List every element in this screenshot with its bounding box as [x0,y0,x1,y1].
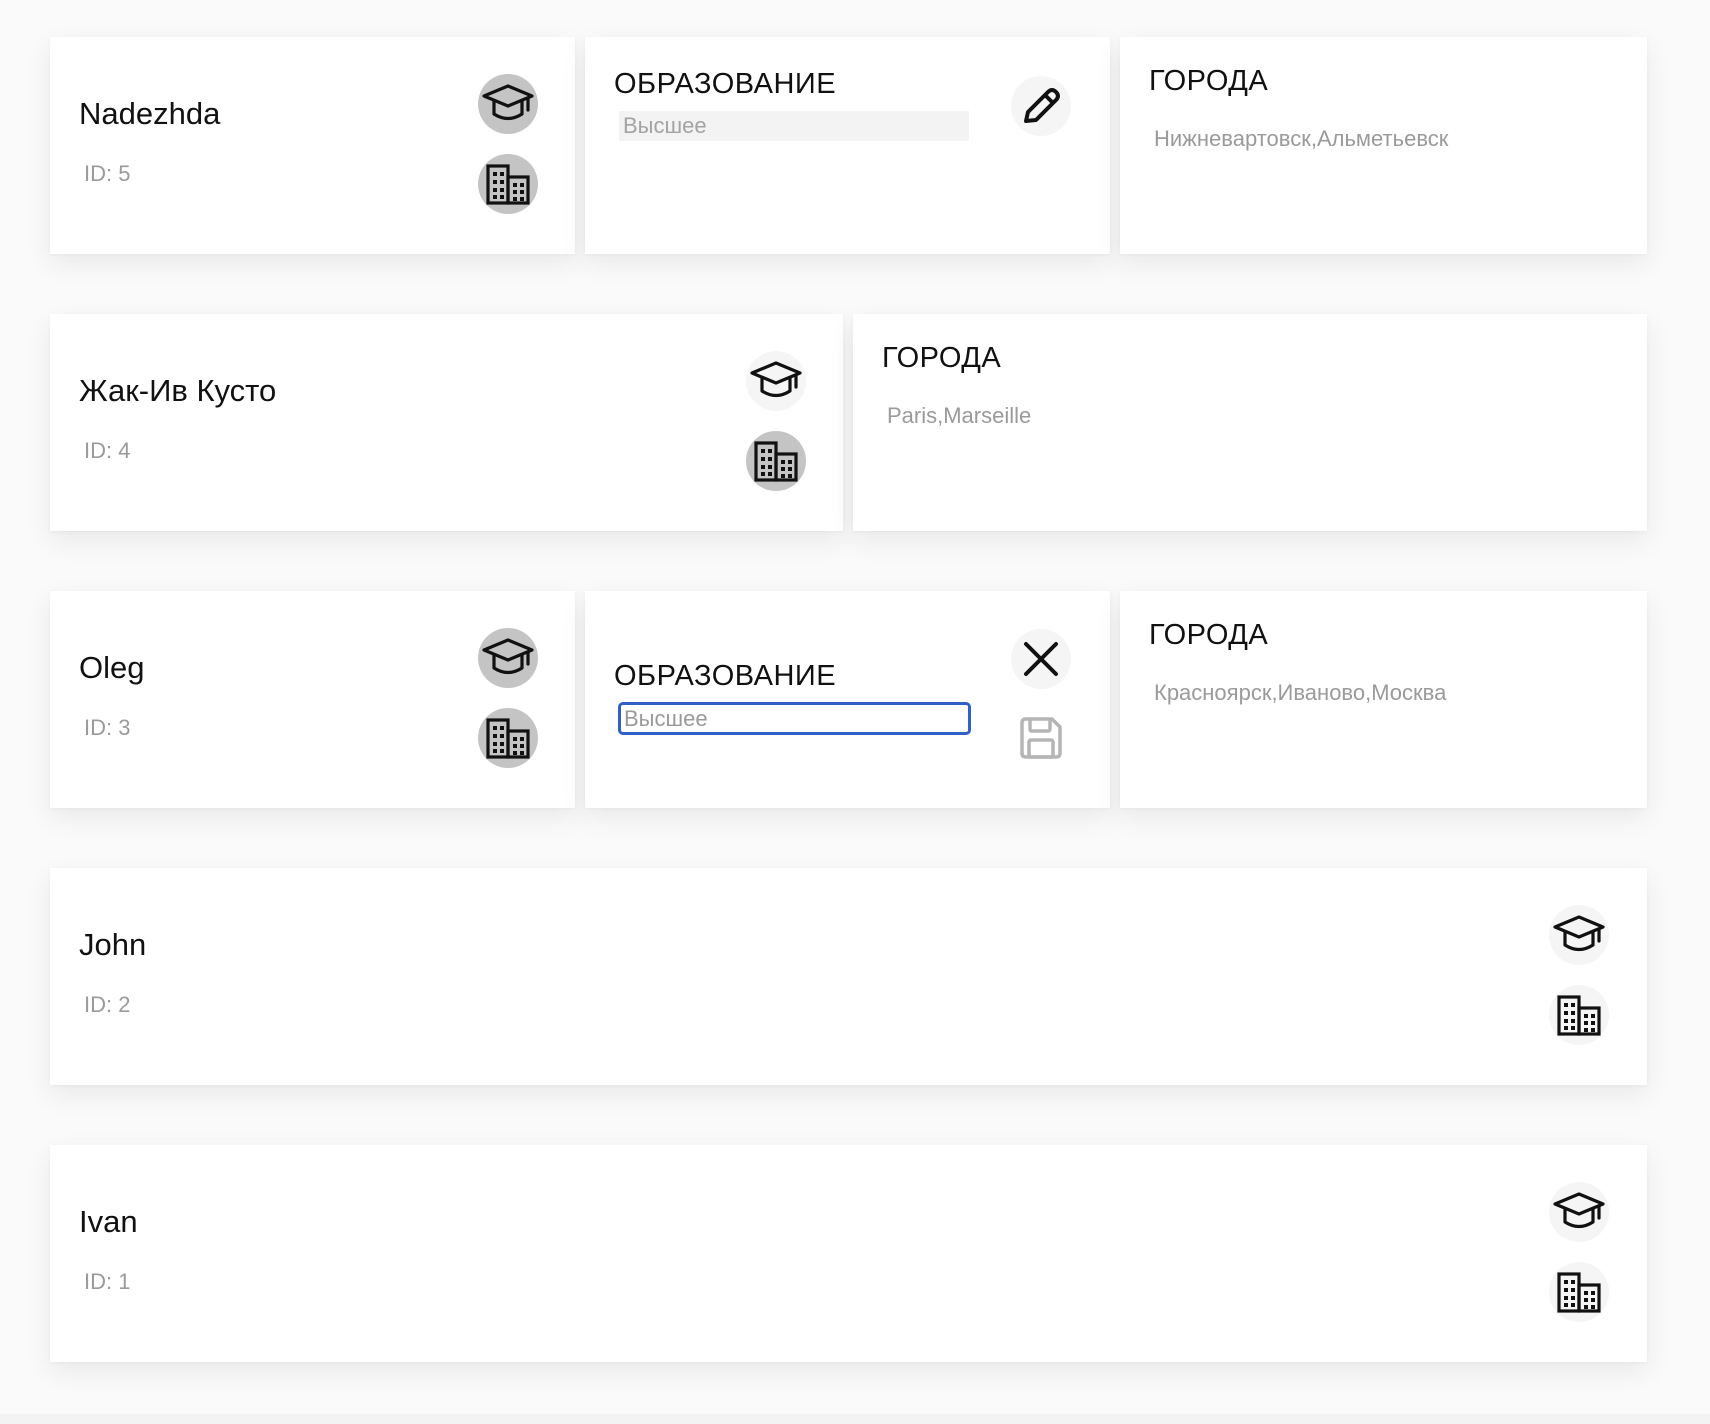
user-row: Oleg ID: 3 ОБРАЗОВАНИЕ Высшее ГОРОДА Кра… [50,591,1647,808]
user-row: Ivan ID: 1 [50,1145,1647,1362]
user-name: Ivan [79,1204,138,1239]
cities-card: ГОРОДА Paris,Marseille [853,314,1647,531]
cities-toggle-button[interactable] [478,154,538,214]
user-name: Oleg [79,650,145,685]
cities-toggle-button[interactable] [1549,1262,1609,1322]
cities-title: ГОРОДА [1149,65,1269,97]
education-toggle-button[interactable] [1549,1182,1609,1242]
user-card: John ID: 2 [50,868,1647,1085]
floppy-disk-icon [1020,717,1062,759]
education-toggle-button[interactable] [478,628,538,688]
cancel-button[interactable] [1011,629,1071,689]
education-input[interactable] [618,702,971,735]
user-card: Nadezhda ID: 5 [50,37,575,254]
education-toggle-button[interactable] [746,351,806,411]
cities-list: Нижневартовск,Альметьевск [1154,126,1449,151]
building-icon [1557,995,1601,1036]
user-id: ID: 5 [84,161,131,186]
cities-card: ГОРОДА Нижневартовск,Альметьевск [1120,37,1647,254]
user-id: ID: 2 [84,992,131,1017]
education-title: ОБРАЗОВАНИЕ [614,660,837,692]
education-card: ОБРАЗОВАНИЕ [585,591,1110,808]
cities-title: ГОРОДА [882,342,1002,374]
graduation-cap-icon [750,361,802,398]
user-row: Nadezhda ID: 5 ОБРАЗОВАНИЕ Высшее ГОРОДА… [50,37,1647,254]
user-id: ID: 4 [84,438,131,463]
user-card: Жак-Ив Кусто ID: 4 [50,314,843,531]
building-icon [1557,1272,1601,1313]
graduation-cap-icon [1553,915,1605,952]
user-card: Ivan ID: 1 [50,1145,1647,1362]
user-id: ID: 1 [84,1269,131,1294]
education-card: ОБРАЗОВАНИЕ Высшее [585,37,1110,254]
graduation-cap-icon [1553,1192,1605,1229]
user-row: John ID: 2 [50,868,1647,1085]
user-name: John [79,927,147,962]
graduation-cap-icon [482,638,534,675]
cities-toggle-button[interactable] [478,708,538,768]
user-row: Жак-Ив Кусто ID: 4 ГОРОДА Paris,Marseill… [50,314,1647,531]
user-card: Oleg ID: 3 [50,591,575,808]
user-name: Nadezhda [79,96,221,131]
cities-title: ГОРОДА [1149,619,1269,651]
cities-list: Красноярск,Иваново,Москва [1154,680,1447,705]
building-icon [486,164,530,205]
save-button[interactable] [1011,708,1071,768]
pencil-icon [1024,88,1060,123]
edit-button[interactable] [1011,76,1071,136]
building-icon [754,441,798,482]
education-value: Высшее [619,111,969,141]
education-title: ОБРАЗОВАНИЕ [614,68,837,100]
graduation-cap-icon [482,84,534,121]
cities-card: ГОРОДА Красноярск,Иваново,Москва [1120,591,1647,808]
close-icon [1024,642,1058,676]
education-toggle-button[interactable] [478,74,538,134]
building-icon [486,718,530,759]
cities-list: Paris,Marseille [887,403,1032,428]
bottom-strip [0,1414,1710,1424]
cities-toggle-button[interactable] [746,431,806,491]
user-name: Жак-Ив Кусто [79,373,277,408]
education-toggle-button[interactable] [1549,905,1609,965]
user-id: ID: 3 [84,715,131,740]
cities-toggle-button[interactable] [1549,985,1609,1045]
